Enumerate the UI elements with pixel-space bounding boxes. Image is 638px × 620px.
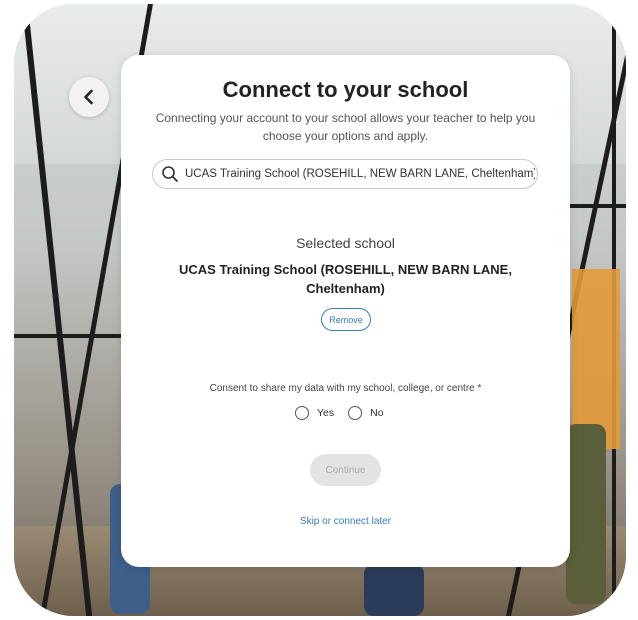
dialog-title: Connect to your school <box>222 77 469 102</box>
person-figure <box>364 564 424 616</box>
back-button[interactable] <box>69 77 109 117</box>
chevron-left-icon <box>84 89 93 105</box>
person-figure <box>566 424 606 604</box>
consent-radio-group: Yes No <box>295 406 398 420</box>
selected-school-name: UCAS Training School (ROSEHILL, NEW BARN… <box>179 262 512 296</box>
consent-no-radio[interactable] <box>348 406 363 420</box>
school-search-field[interactable] <box>152 159 538 189</box>
orange-panel <box>572 269 620 449</box>
dialog-subtitle: Connecting your account to your school a… <box>155 111 536 143</box>
skip-link[interactable]: Skip or connect later <box>121 516 570 527</box>
connect-school-dialog: Connect to your school Connecting your a… <box>121 55 570 567</box>
consent-question: Consent to share my data with my school,… <box>209 383 482 394</box>
consent-yes-radio[interactable] <box>295 406 309 420</box>
remove-button[interactable]: Remove <box>321 308 371 331</box>
search-icon <box>162 166 178 182</box>
consent-yes-label: Yes <box>317 407 335 419</box>
selected-school-label: Selected school <box>296 235 395 251</box>
continue-button[interactable]: Continue <box>310 454 381 486</box>
window-frame <box>14 334 124 338</box>
school-search-input[interactable] <box>179 167 537 181</box>
consent-no-label: No <box>370 407 384 419</box>
